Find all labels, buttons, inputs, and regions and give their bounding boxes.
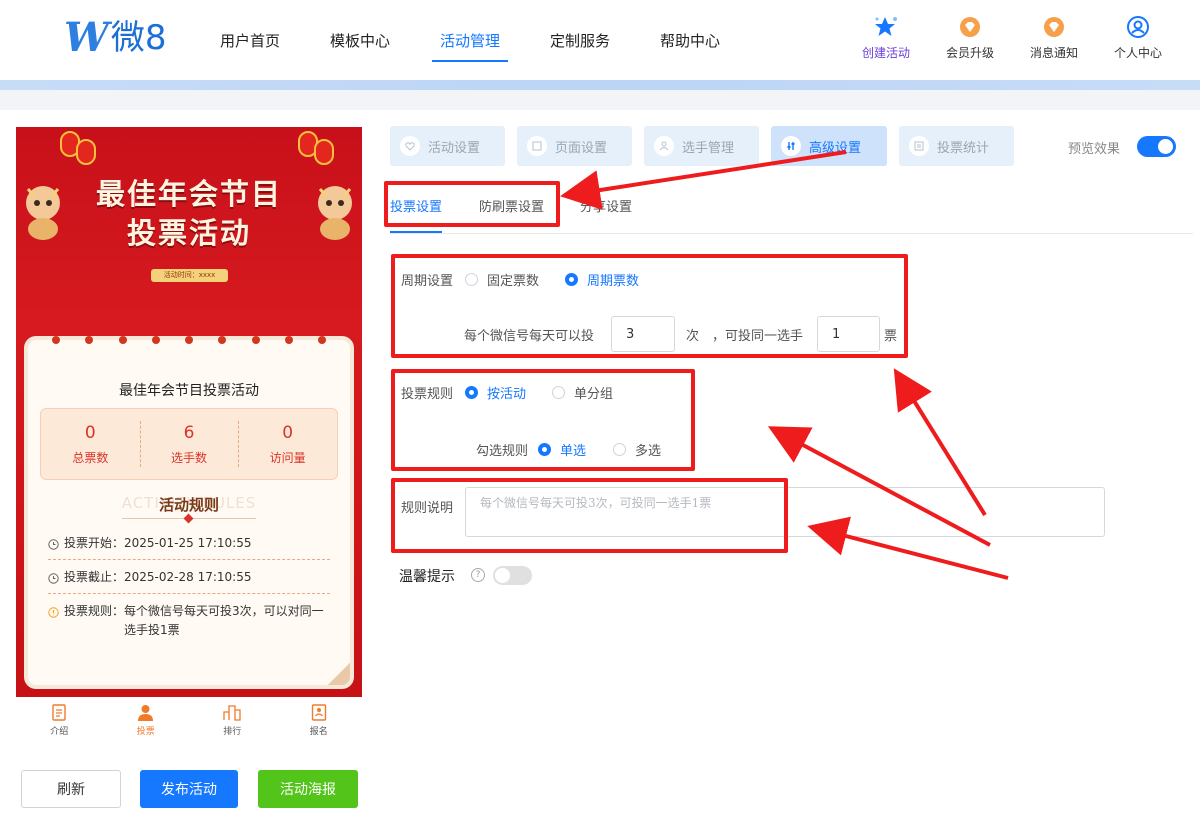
arrow-to-subtabs (560, 150, 847, 210)
arrow-to-vote-rule (767, 426, 991, 547)
arrow-to-period (893, 368, 987, 517)
arrow-to-rule-desc (807, 516, 1009, 580)
annotation-arrows (560, 150, 1009, 580)
